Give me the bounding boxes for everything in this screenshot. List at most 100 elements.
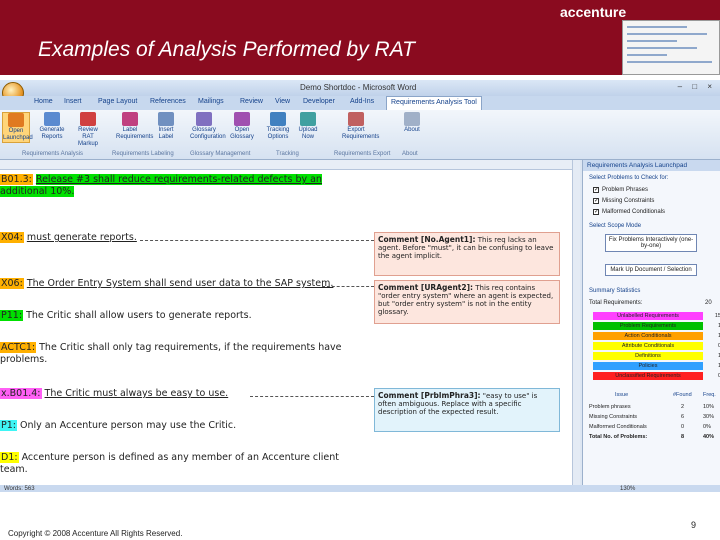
page-number: 9	[691, 520, 697, 530]
word-window: Demo Shortdoc - Microsoft Word – □ × Hom…	[0, 80, 720, 492]
comment-balloon[interactable]: Comment [PrblmPhra3]: "easy to use" is o…	[374, 388, 560, 432]
tab-review[interactable]: Review	[240, 98, 263, 105]
comment-connector	[322, 286, 374, 287]
word-count: Words: 563	[4, 486, 35, 492]
open-launchpad-button[interactable]: Open Launchpad	[2, 112, 33, 143]
zoom-level[interactable]: 130%	[620, 486, 635, 492]
stat-row: Definitions 1	[593, 352, 720, 360]
table-cell: Missing Constraints	[589, 414, 637, 420]
ribbon-tabs: Home Insert Page Layout References Maili…	[0, 96, 720, 110]
table-cell: Problem phrases	[589, 404, 631, 410]
comment-connector	[140, 240, 374, 241]
stat-row: Problem Requirements 1	[593, 322, 720, 330]
tab-view[interactable]: View	[275, 98, 290, 105]
open-glossary-button[interactable]: Open Glossary	[228, 112, 256, 141]
table-cell: 8	[681, 434, 685, 440]
window-titlebar: Demo Shortdoc - Microsoft Word – □ ×	[0, 80, 720, 96]
requirement-line: team.	[0, 464, 28, 475]
stat-row: Policies 1	[593, 362, 720, 370]
report-icon	[44, 112, 60, 126]
stat-row: Action Conditionals 1	[593, 332, 720, 340]
table-cell: 10%	[703, 404, 715, 410]
window-controls[interactable]: – □ ×	[678, 82, 716, 91]
comment-balloon[interactable]: Comment [URAgent2]: This req contains "o…	[374, 280, 560, 324]
tab-references[interactable]: References	[150, 98, 186, 105]
launchpad-icon	[8, 113, 24, 127]
window-title: Demo Shortdoc - Microsoft Word	[300, 83, 417, 92]
requirement-line: X04: must generate reports.	[0, 232, 137, 243]
label-requirements-button[interactable]: Label Requirements	[116, 112, 153, 141]
table-cell: 40%	[703, 434, 715, 440]
group-label: Glossary Management	[190, 151, 251, 157]
vertical-scrollbar[interactable]	[572, 160, 580, 492]
tab-home[interactable]: Home	[34, 98, 53, 105]
export-icon	[348, 112, 364, 126]
summary-label: Summary Statistics	[589, 288, 641, 294]
generate-reports-button[interactable]: Generate Reports	[38, 112, 66, 141]
requirement-line: ACTC1: The Critic shall only tag require…	[0, 342, 342, 353]
table-cell: 2	[681, 404, 685, 410]
ruler	[0, 160, 580, 170]
checkbox-missing-constraints[interactable]: ✓ Missing Constraints	[593, 198, 654, 204]
table-cell: 30%	[703, 414, 715, 420]
document-page[interactable]: B01.3: Release #3 shall reduce requireme…	[0, 170, 572, 492]
tracking-icon	[270, 112, 286, 126]
group-label: About	[402, 151, 418, 157]
requirement-line: problems.	[0, 354, 48, 365]
stat-row: Attribute Conditionals 0	[593, 342, 720, 350]
tab-add-ins[interactable]: Add-Ins	[350, 98, 374, 105]
stat-label: Definitions	[635, 353, 661, 359]
stat-label: Unclassified Requirements	[615, 373, 681, 379]
group-label: Requirements Analysis	[22, 151, 84, 157]
copyright-footer: Copyright © 2008 Accenture All Rights Re…	[8, 529, 183, 538]
group-label: Requirements Export	[334, 151, 391, 157]
about-button[interactable]: About	[398, 112, 426, 134]
requirement-line: x.B01.4: The Critic must always be easy …	[0, 388, 229, 399]
stat-label: Unlabelled Requirements	[617, 313, 679, 319]
total-requirements-value: 20	[705, 300, 712, 306]
group-label: Requirements Labeling	[112, 151, 174, 157]
checkbox-problem-phrases[interactable]: ✓ Problem Phrases	[593, 187, 648, 193]
export-requirements-button[interactable]: Export Requirements	[342, 112, 379, 141]
table-cell: 0	[681, 424, 685, 430]
launchpad-pane: Requirements Analysis Launchpad Select P…	[582, 160, 720, 492]
thumbnail-image	[622, 20, 720, 75]
stat-label: Policies	[638, 363, 658, 369]
slide-header: accenture Examples of Analysis Performed…	[0, 0, 720, 75]
select-scope-label: Select Scope Mode	[589, 223, 642, 229]
group-label: Tracking	[276, 151, 299, 157]
upload-icon	[300, 112, 316, 126]
glossary-configuration-button[interactable]: Glossary Configuration	[190, 112, 226, 141]
insert-label-button[interactable]: Insert Label	[152, 112, 180, 141]
tab-page-layout[interactable]: Page Layout	[98, 98, 137, 105]
comment-balloon[interactable]: Comment [No.Agent1]: This req lacks an a…	[374, 232, 560, 276]
about-icon	[404, 112, 420, 126]
requirement-line: additional 10%.	[0, 186, 75, 197]
stat-label: Attribute Conditionals	[621, 343, 675, 349]
stat-label: Action Conditionals	[624, 333, 672, 339]
table-cell: 0%	[703, 424, 711, 430]
tab-requirements-analysis-tool[interactable]: Requirements Analysis Tool	[386, 96, 482, 110]
book-icon	[234, 112, 250, 126]
checkbox-malformed-conditionals[interactable]: ✓ Malformed Conditionals	[593, 209, 665, 215]
status-bar: Words: 563 130%	[0, 485, 720, 492]
mark-up-document-button[interactable]: Mark Up Document / Selection	[605, 264, 697, 276]
review-markup-button[interactable]: Review RAT Markup	[74, 112, 102, 148]
fix-interactively-button[interactable]: Fix Problems Interactively (one-by-one)	[605, 234, 697, 252]
markup-icon	[80, 112, 96, 126]
tracking-options-button[interactable]: Tracking Options	[264, 112, 292, 141]
tab-mailings[interactable]: Mailings	[198, 98, 224, 105]
table-cell: Total No. of Problems:	[589, 434, 648, 440]
stat-row: Unclassified Requirements 0	[593, 372, 720, 380]
stat-label: Problem Requirements	[619, 323, 677, 329]
stat-value: 15	[714, 313, 720, 319]
requirement-line: P1: Only an Accenture person may use the…	[0, 420, 237, 431]
tab-developer[interactable]: Developer	[303, 98, 335, 105]
ribbon: Open Launchpad Generate Reports Review R…	[0, 110, 720, 160]
check-icon: ✓	[593, 198, 600, 204]
select-problems-label: Select Problems to Check for:	[589, 175, 669, 181]
upload-now-button[interactable]: Upload Now	[294, 112, 322, 141]
check-icon: ✓	[593, 209, 600, 215]
tab-insert[interactable]: Insert	[64, 98, 82, 105]
table-cell: Malformed Conditionals	[589, 424, 647, 430]
